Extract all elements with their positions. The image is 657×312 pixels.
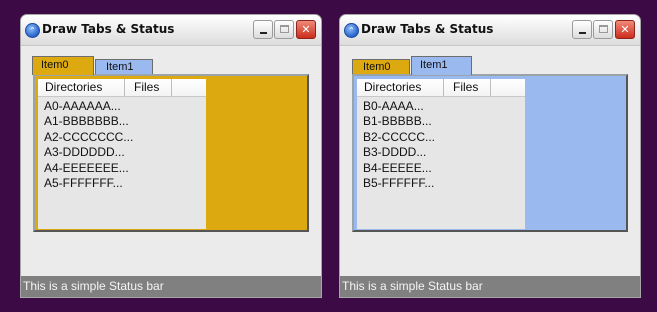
list-item[interactable]: A1-BBBBBBB... — [44, 114, 133, 129]
file-list[interactable]: Directories Files A0-AAAAAA... A1-BBBBBB… — [38, 79, 206, 229]
column-directories[interactable]: Directories — [357, 79, 444, 96]
close-icon: ✕ — [301, 23, 311, 36]
list-item[interactable]: A3-DDDDDD... — [44, 145, 133, 160]
list-header: Directories Files — [38, 79, 206, 97]
list-item[interactable]: B5-FFFFFF... — [363, 176, 435, 191]
minimize-button[interactable] — [253, 20, 273, 39]
title-bar[interactable]: ⌃ Draw Tabs & Status ✕ — [340, 15, 640, 46]
list-item[interactable]: A2-CCCCCCC... — [44, 130, 133, 145]
window-draw-tabs-b: ⌃ Draw Tabs & Status ✕ Item0 Item1 Direc… — [339, 14, 641, 298]
window-title: Draw Tabs & Status — [42, 22, 175, 36]
tab-item1[interactable]: Item1 — [411, 56, 472, 75]
tab-item0[interactable]: Item0 — [32, 56, 94, 75]
title-bar[interactable]: ⌃ Draw Tabs & Status ✕ — [21, 15, 321, 46]
list-item[interactable]: B4-EEEEE... — [363, 161, 435, 176]
app-icon: ⌃ — [344, 23, 359, 38]
list-item[interactable]: B0-AAAA... — [363, 99, 435, 114]
column-files[interactable]: Files — [444, 79, 491, 96]
tab-panel-item1: Directories Files B0-AAAA... B1-BBBBB...… — [352, 74, 628, 232]
status-bar: This is a simple Status bar — [21, 276, 321, 297]
list-item[interactable]: B1-BBBBB... — [363, 114, 435, 129]
close-icon: ✕ — [620, 23, 630, 36]
list-item[interactable]: A5-FFFFFFF... — [44, 176, 133, 191]
minimize-icon — [579, 32, 586, 34]
tab-item0[interactable]: Item0 — [352, 59, 410, 74]
close-button[interactable]: ✕ — [296, 20, 316, 39]
close-button[interactable]: ✕ — [615, 20, 635, 39]
maximize-icon — [599, 25, 608, 33]
maximize-icon — [280, 25, 289, 33]
list-item[interactable]: A4-EEEEEEE... — [44, 161, 133, 176]
list-item[interactable]: B2-CCCCC... — [363, 130, 435, 145]
tab-panel-item0: Directories Files A0-AAAAAA... A1-BBBBBB… — [33, 74, 309, 232]
window-draw-tabs-a: ⌃ Draw Tabs & Status ✕ Item0 Item1 Direc… — [20, 14, 322, 298]
maximize-button[interactable] — [593, 20, 613, 39]
app-icon: ⌃ — [25, 23, 40, 38]
status-bar: This is a simple Status bar — [340, 276, 640, 297]
maximize-button[interactable] — [274, 20, 294, 39]
column-directories[interactable]: Directories — [38, 79, 125, 96]
file-list[interactable]: Directories Files B0-AAAA... B1-BBBBB...… — [357, 79, 525, 229]
column-files[interactable]: Files — [125, 79, 172, 96]
list-item[interactable]: B3-DDDD... — [363, 145, 435, 160]
list-item[interactable]: A0-AAAAAA... — [44, 99, 133, 114]
list-header: Directories Files — [357, 79, 525, 97]
minimize-icon — [260, 32, 267, 34]
window-title: Draw Tabs & Status — [361, 22, 494, 36]
tab-item1[interactable]: Item1 — [95, 59, 153, 74]
minimize-button[interactable] — [572, 20, 592, 39]
